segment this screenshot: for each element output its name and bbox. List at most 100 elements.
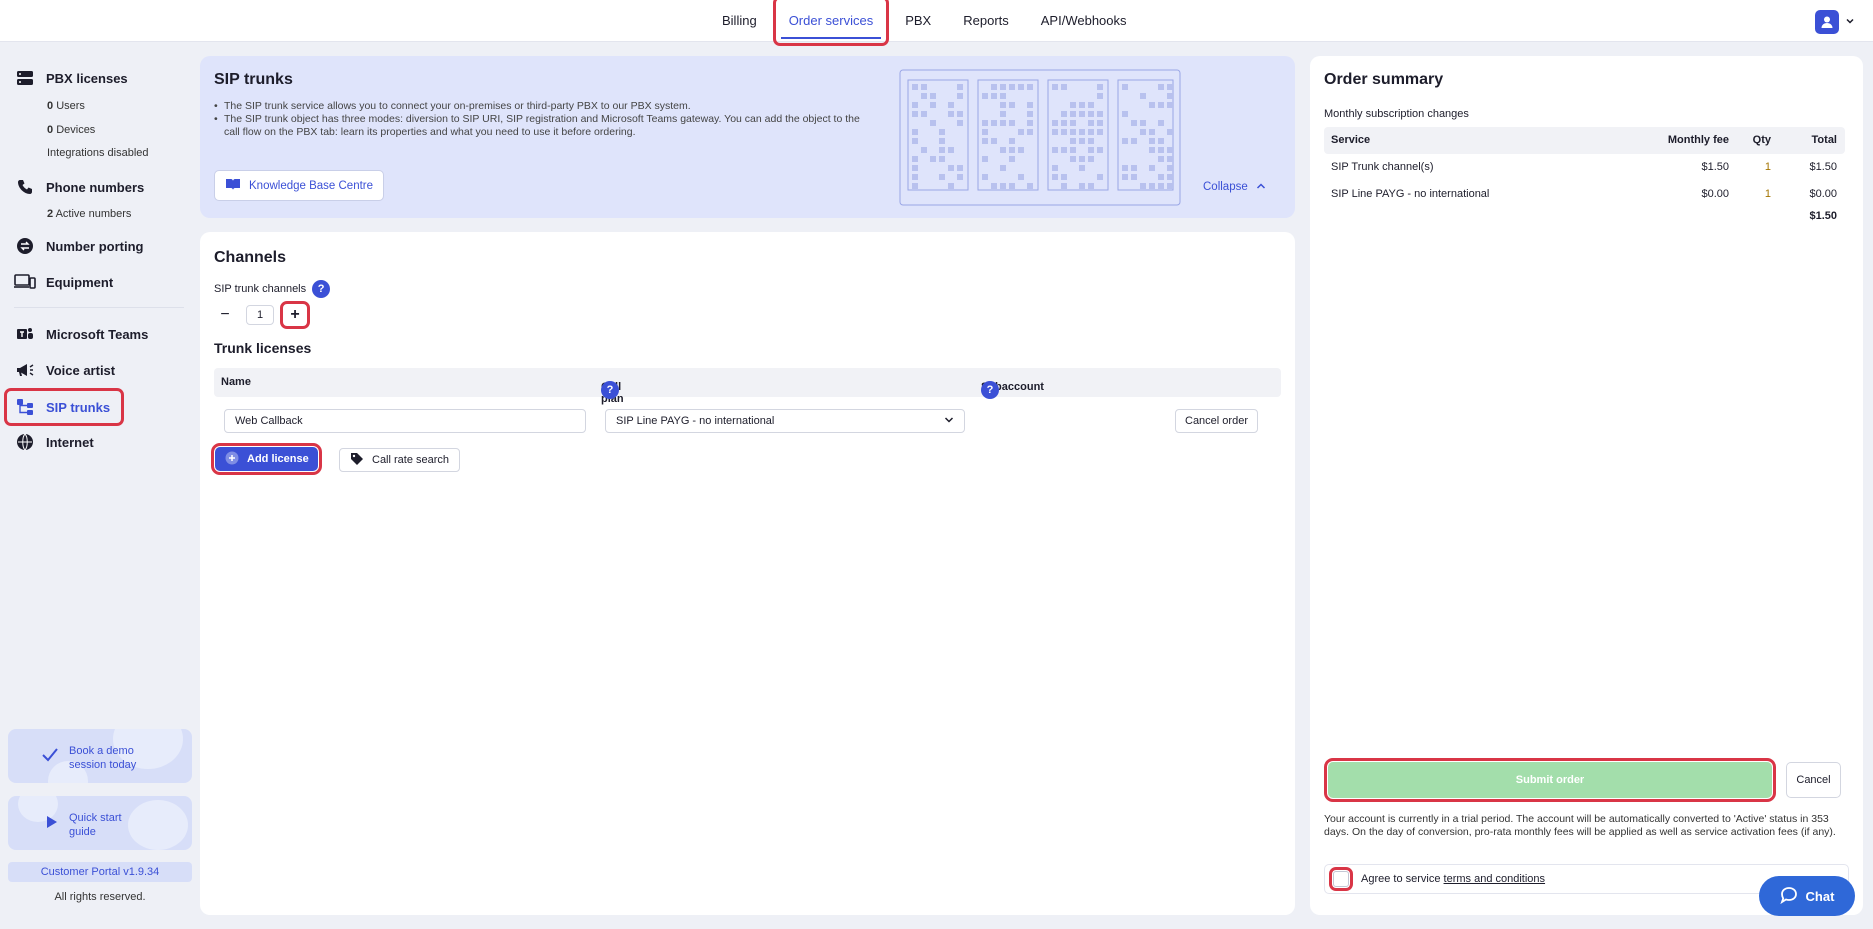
increment-button[interactable]: + bbox=[280, 301, 310, 329]
tab-billing[interactable]: Billing bbox=[710, 0, 769, 42]
submit-order-button[interactable]: Submit order bbox=[1324, 758, 1776, 802]
play-icon bbox=[46, 815, 58, 832]
help-icon[interactable]: ? bbox=[312, 280, 331, 298]
book-demo-card[interactable]: Book a demo session today bbox=[8, 729, 192, 783]
service-cell: SIP Line PAYG - no international bbox=[1331, 188, 1490, 200]
quick-start-card[interactable]: Quick start guide bbox=[8, 796, 192, 850]
sidebar-item-label: Number porting bbox=[46, 238, 144, 254]
devices-icon bbox=[14, 271, 36, 293]
table-row: SIP Line PAYG - no international $0.00 1… bbox=[1324, 181, 1845, 208]
sidebar-item-pbx-licenses[interactable]: PBX licenses bbox=[14, 67, 128, 89]
total-cell: $0.00 bbox=[1809, 188, 1837, 200]
agree-text: Agree to service bbox=[1361, 873, 1441, 885]
sidebar-item-equipment[interactable]: Equipment bbox=[14, 271, 113, 293]
chevron-up-icon bbox=[1256, 181, 1266, 193]
user-icon bbox=[1815, 10, 1839, 34]
col-total-header: Total bbox=[1811, 134, 1837, 146]
sidebar-item-label: Microsoft Teams bbox=[46, 326, 149, 342]
devices-label: Devices bbox=[56, 124, 96, 136]
server-icon bbox=[14, 67, 36, 89]
info-bullet: The SIP trunk object has three modes: di… bbox=[214, 113, 874, 139]
cancel-button[interactable]: Cancel bbox=[1786, 762, 1841, 798]
chat-bubble-icon bbox=[1779, 886, 1798, 907]
channels-quantity-input[interactable]: 1 bbox=[246, 305, 274, 325]
book-demo-line2: session today bbox=[69, 759, 137, 771]
chevron-down-icon bbox=[1845, 15, 1855, 29]
sidebar-divider bbox=[14, 307, 184, 308]
col-qty-header: Qty bbox=[1752, 134, 1771, 146]
add-license-label: Add license bbox=[247, 453, 309, 465]
sidebar-item-internet[interactable]: Internet bbox=[14, 431, 94, 453]
qty-cell: 1 bbox=[1764, 161, 1771, 173]
knowledge-base-label: Knowledge Base Centre bbox=[249, 179, 374, 192]
total-cell: $1.50 bbox=[1809, 161, 1837, 173]
col-fee-header: Monthly fee bbox=[1667, 134, 1729, 146]
book-demo-line1: Book a demo bbox=[69, 745, 134, 757]
integrations-status: Integrations disabled bbox=[47, 147, 149, 159]
col-name-header: Name bbox=[221, 376, 251, 388]
fee-cell: $0.00 bbox=[1701, 188, 1729, 200]
sidebar-item-microsoft-teams[interactable]: Microsoft Teams bbox=[14, 323, 148, 345]
chat-button[interactable]: Chat bbox=[1759, 876, 1855, 916]
add-license-button[interactable]: Add license bbox=[211, 443, 322, 475]
collapse-label: Collapse bbox=[1203, 181, 1248, 193]
decrement-button[interactable]: − bbox=[214, 305, 236, 325]
summary-table-header: Service Monthly fee Qty Total bbox=[1324, 127, 1845, 154]
trial-notice: Your account is currently in a trial per… bbox=[1324, 813, 1836, 838]
decorative-pattern bbox=[899, 69, 1181, 206]
quick-start-line1: Quick start bbox=[69, 812, 122, 824]
plus-circle-icon bbox=[225, 451, 239, 468]
sidebar-item-label: Phone numbers bbox=[46, 179, 145, 195]
call-rate-search-label: Call rate search bbox=[372, 454, 450, 466]
sidebar-item-phone-numbers[interactable]: Phone numbers bbox=[14, 176, 144, 198]
sidebar-item-label: PBX licenses bbox=[46, 70, 128, 86]
sidebar-item-sip-trunks[interactable]: SIP trunks bbox=[3, 388, 125, 426]
tab-pbx[interactable]: PBX bbox=[893, 0, 943, 42]
order-form-card: Channels SIP trunk channels ? − 1 + Trun… bbox=[200, 232, 1295, 915]
sip-trunks-info-card: SIP trunks The SIP trunk service allows … bbox=[200, 56, 1295, 218]
fee-cell: $1.50 bbox=[1701, 161, 1729, 173]
terms-link[interactable]: terms and conditions bbox=[1444, 873, 1546, 885]
licenses-table-header: Name Call plan ? Subaccount ? bbox=[214, 368, 1281, 405]
info-bullet: The SIP trunk service allows you to conn… bbox=[214, 100, 874, 113]
tab-order-services[interactable]: Order services bbox=[772, 0, 890, 46]
knowledge-base-button[interactable]: Knowledge Base Centre bbox=[214, 170, 385, 201]
service-cell: SIP Trunk channel(s) bbox=[1331, 161, 1434, 173]
book-icon bbox=[225, 177, 241, 194]
sidebar-item-label: Internet bbox=[46, 434, 94, 450]
top-navigation: Billing Order services PBX Reports API/W… bbox=[0, 0, 1873, 46]
call-rate-search-button[interactable]: Call rate search bbox=[339, 448, 461, 472]
sidebar-item-label: SIP trunks bbox=[46, 399, 111, 415]
order-summary-title: Order summary bbox=[1324, 71, 1444, 88]
monthly-changes-label: Monthly subscription changes bbox=[1324, 108, 1469, 120]
agree-terms-checkbox[interactable] bbox=[1329, 867, 1353, 891]
channels-label: SIP trunk channels bbox=[214, 283, 307, 295]
license-name-input[interactable]: Web Callback bbox=[224, 409, 586, 433]
active-numbers-label: Active numbers bbox=[55, 208, 132, 220]
chat-label: Chat bbox=[1805, 888, 1835, 904]
cancel-order-button[interactable]: Cancel order bbox=[1175, 409, 1258, 433]
tab-api-webhooks[interactable]: API/Webhooks bbox=[1029, 0, 1139, 42]
sidebar-item-voice-artist[interactable]: Voice artist bbox=[14, 359, 115, 381]
summary-table: Service Monthly fee Qty Total SIP Trunk … bbox=[1324, 127, 1845, 228]
help-icon[interactable]: ? bbox=[981, 381, 999, 399]
user-menu-button[interactable] bbox=[1815, 10, 1855, 34]
trunk-licenses-title: Trunk licenses bbox=[214, 340, 312, 356]
users-count: 0 bbox=[47, 100, 54, 112]
help-icon[interactable]: ? bbox=[601, 381, 619, 399]
chevron-down-icon bbox=[944, 410, 954, 432]
call-plan-select[interactable]: SIP Line PAYG - no international bbox=[605, 409, 965, 433]
sidebar-item-label: Equipment bbox=[46, 274, 114, 290]
teams-icon bbox=[14, 323, 36, 345]
page-title: SIP trunks bbox=[214, 71, 293, 88]
users-label: Users bbox=[56, 100, 85, 112]
collapse-button[interactable]: Collapse bbox=[1203, 181, 1266, 193]
sidebar: PBX licenses 0 Users 0 Devices Integrati… bbox=[0, 42, 196, 929]
tab-reports[interactable]: Reports bbox=[951, 0, 1021, 42]
sidebar-item-number-porting[interactable]: Number porting bbox=[14, 235, 144, 257]
sip-trunk-icon bbox=[14, 396, 36, 418]
main-tabs: Billing Order services PBX Reports API/W… bbox=[706, 0, 1143, 46]
porting-icon bbox=[14, 235, 36, 257]
quick-start-line2: guide bbox=[69, 826, 96, 838]
qty-cell: 1 bbox=[1764, 188, 1771, 200]
